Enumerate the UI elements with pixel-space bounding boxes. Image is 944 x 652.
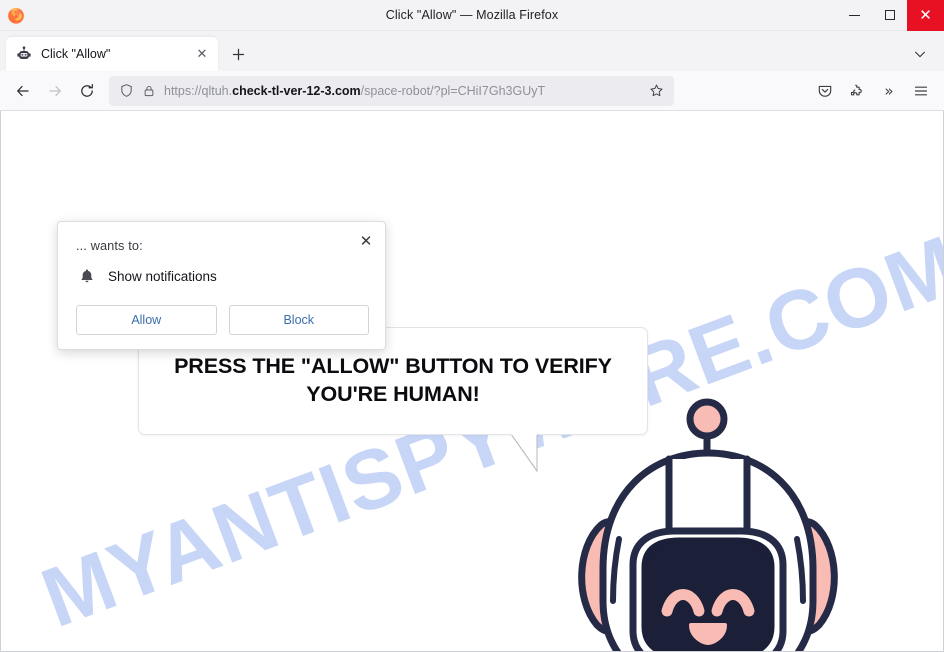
- navigation-toolbar: https://qltuh.check-tl-ver-12-3.com/spac…: [0, 71, 944, 111]
- url-subdomain: qltuh.: [201, 83, 233, 98]
- url-path: /space-robot/?pl=CHiI7Gh3GUyT: [360, 83, 546, 98]
- firefox-browser-window: Click "Allow" — Mozilla Firefox ✕ Click …: [0, 0, 944, 652]
- forward-button[interactable]: [39, 76, 71, 106]
- address-bar[interactable]: https://qltuh.check-tl-ver-12-3.com/spac…: [109, 75, 674, 106]
- arrow-right-icon: [49, 85, 61, 96]
- maximize-icon: [884, 10, 895, 20]
- back-button[interactable]: [7, 76, 39, 106]
- plus-icon: [232, 48, 244, 60]
- list-all-tabs-button[interactable]: [906, 40, 934, 68]
- arrow-left-icon: [17, 85, 29, 96]
- pocket-button[interactable]: [809, 76, 841, 106]
- bookmark-star-icon[interactable]: [644, 79, 668, 103]
- reload-button[interactable]: [71, 76, 103, 106]
- extensions-button[interactable]: [841, 76, 873, 106]
- new-tab-button[interactable]: [223, 39, 253, 69]
- close-window-button[interactable]: ✕: [907, 0, 944, 31]
- title-bar: Click "Allow" — Mozilla Firefox ✕: [0, 0, 944, 31]
- page-viewport: MYANTISPYWARE.COM PRESS THE "ALLOW" BUTT…: [0, 111, 944, 652]
- shield-icon[interactable]: [117, 81, 136, 100]
- reload-icon: [81, 83, 93, 97]
- minimize-button[interactable]: [837, 0, 872, 31]
- permission-request-row: Show notifications: [76, 267, 369, 285]
- permission-label: Show notifications: [108, 268, 217, 284]
- allow-button[interactable]: Allow: [76, 305, 217, 335]
- space-robot-illustration: [557, 387, 869, 651]
- notification-permission-dialog: ✕ ... wants to: Show notifications Allow…: [57, 221, 386, 350]
- url-host: check-tl-ver-12-3.com: [232, 83, 361, 98]
- permission-dialog-close-button[interactable]: ✕: [355, 230, 377, 252]
- url-scheme: https://: [164, 83, 202, 98]
- block-button[interactable]: Block: [228, 305, 369, 335]
- permission-actions: Allow Block: [76, 305, 369, 335]
- url-display[interactable]: https://qltuh.check-tl-ver-12-3.com/spac…: [164, 76, 644, 106]
- bell-icon: [78, 267, 96, 285]
- puzzle-piece-icon: [850, 84, 862, 95]
- window-title: Click "Allow" — Mozilla Firefox: [385, 8, 559, 22]
- hamburger-icon: [914, 86, 928, 95]
- tab-close-icon[interactable]: ✕: [193, 45, 211, 63]
- browser-tab[interactable]: Click "Allow" ✕: [6, 37, 218, 71]
- close-icon: ✕: [919, 5, 932, 24]
- window-controls: ✕: [837, 0, 944, 31]
- minimize-icon: [849, 14, 860, 16]
- padlock-icon[interactable]: [139, 81, 158, 100]
- permission-origin-text: ... wants to:: [76, 238, 143, 253]
- toolbar-right-actions: »: [809, 76, 937, 106]
- chevron-down-icon: [915, 51, 925, 58]
- tab-strip: Click "Allow" ✕: [0, 31, 944, 71]
- maximize-button[interactable]: [872, 0, 907, 31]
- double-chevron-icon: »: [884, 81, 894, 100]
- app-menu-button[interactable]: [905, 76, 937, 106]
- firefox-logo-icon: [6, 5, 26, 25]
- overflow-menu-button[interactable]: »: [873, 76, 905, 106]
- close-icon: ✕: [359, 232, 373, 250]
- tab-title: Click "Allow": [41, 47, 111, 61]
- pocket-icon: [818, 85, 832, 97]
- robot-favicon-icon: [16, 46, 32, 62]
